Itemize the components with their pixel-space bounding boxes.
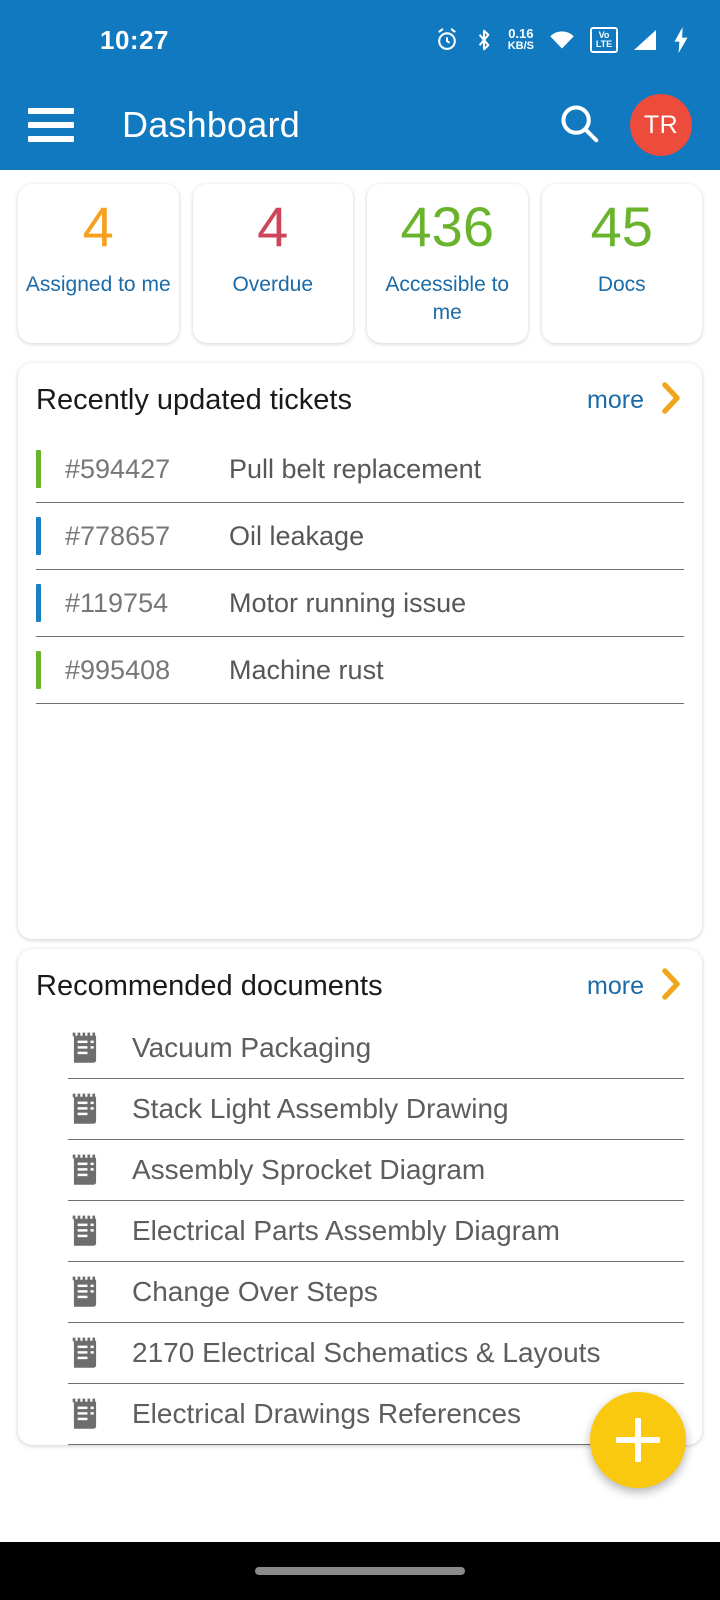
list-item[interactable]: Electrical Parts Assembly Diagram bbox=[68, 1201, 684, 1263]
volte-icon: Vo LTE bbox=[590, 27, 618, 53]
avatar[interactable]: TR bbox=[630, 94, 692, 156]
document-icon bbox=[68, 1032, 102, 1064]
document-icon bbox=[68, 1215, 102, 1247]
stat-cards-row: 4 Assigned to me 4 Overdue 436 Accessibl… bbox=[0, 170, 720, 353]
system-navigation-bar bbox=[0, 1542, 720, 1600]
chevron-right-icon bbox=[658, 967, 684, 1006]
tickets-card-header: Recently updated tickets more bbox=[36, 381, 684, 426]
stat-card-docs[interactable]: 45 Docs bbox=[541, 184, 702, 344]
ticket-status-bar bbox=[36, 651, 41, 690]
list-item[interactable]: Vacuum Packaging bbox=[68, 1018, 684, 1080]
document-title: Change Over Steps bbox=[132, 1276, 378, 1308]
tickets-list: #594427 Pull belt replacement #778657 Oi… bbox=[36, 436, 684, 929]
ticket-title: Motor running issue bbox=[229, 587, 467, 618]
page-title: Dashboard bbox=[122, 104, 300, 145]
avatar-initials: TR bbox=[643, 110, 679, 139]
ticket-status-bar bbox=[36, 517, 41, 556]
stat-value: 436 bbox=[400, 195, 494, 258]
stat-card-overdue[interactable]: 4 Overdue bbox=[192, 184, 353, 344]
tickets-more-link[interactable]: more bbox=[587, 381, 684, 420]
document-icon bbox=[68, 1154, 102, 1186]
ticket-id: #778657 bbox=[65, 520, 171, 551]
hamburger-line bbox=[28, 108, 74, 114]
table-row[interactable]: #778657 Oil leakage bbox=[36, 503, 684, 571]
ticket-title: Machine rust bbox=[229, 654, 384, 685]
document-icon bbox=[68, 1276, 102, 1308]
list-item[interactable]: Stack Light Assembly Drawing bbox=[68, 1079, 684, 1141]
alarm-icon bbox=[434, 27, 460, 53]
charging-bolt-icon bbox=[672, 27, 690, 53]
status-bar-icons: 0.16 KB/S Vo LTE bbox=[434, 27, 690, 53]
bluetooth-icon bbox=[474, 27, 494, 53]
stat-label: Assigned to me bbox=[25, 272, 171, 296]
chevron-right-icon bbox=[658, 381, 684, 420]
data-rate-indicator: 0.16 KB/S bbox=[507, 26, 534, 53]
wifi-icon bbox=[548, 29, 576, 51]
documents-more-link[interactable]: more bbox=[587, 967, 684, 1006]
list-item[interactable]: Assembly Sprocket Diagram bbox=[68, 1140, 684, 1202]
stat-label: Overdue bbox=[232, 272, 314, 296]
stat-card-accessible-to-me[interactable]: 436 Accessible to me bbox=[367, 184, 528, 344]
app-bar: Dashboard TR bbox=[0, 80, 720, 170]
document-title: Assembly Sprocket Diagram bbox=[132, 1154, 486, 1186]
ticket-id: #594427 bbox=[65, 453, 171, 484]
document-icon bbox=[68, 1093, 102, 1125]
tickets-more-label: more bbox=[587, 386, 644, 415]
add-button[interactable] bbox=[590, 1392, 686, 1488]
ticket-status-bar bbox=[36, 584, 41, 623]
hamburger-menu-icon[interactable] bbox=[28, 108, 74, 142]
documents-list: Vacuum Packaging Stack Light Assembly Dr… bbox=[36, 1018, 684, 1446]
document-icon bbox=[68, 1337, 102, 1369]
hamburger-line bbox=[28, 122, 74, 128]
stat-value: 4 bbox=[82, 195, 114, 258]
recommended-documents-card: Recommended documents more Vacuum Packag… bbox=[18, 949, 702, 1446]
table-row[interactable]: #119754 Motor running issue bbox=[36, 570, 684, 638]
document-title: Electrical Parts Assembly Diagram bbox=[132, 1215, 560, 1247]
stat-label: Accessible to me bbox=[385, 272, 510, 325]
home-indicator[interactable] bbox=[255, 1567, 465, 1575]
document-title: Stack Light Assembly Drawing bbox=[132, 1093, 509, 1125]
status-bar: 10:27 0.16 KB/S Vo LTE bbox=[0, 0, 720, 80]
tickets-card-title: Recently updated tickets bbox=[36, 384, 352, 417]
hamburger-line bbox=[28, 136, 74, 142]
documents-card-header: Recommended documents more bbox=[36, 967, 684, 1012]
app-bar-actions: TR bbox=[556, 94, 692, 156]
table-row[interactable]: #995408 Machine rust bbox=[36, 637, 684, 705]
list-item[interactable]: Change Over Steps bbox=[68, 1262, 684, 1324]
ticket-title: Pull belt replacement bbox=[229, 453, 482, 484]
ticket-id: #119754 bbox=[65, 587, 169, 618]
tickets-empty-space bbox=[36, 704, 684, 929]
document-title: 2170 Electrical Schematics & Layouts bbox=[132, 1337, 601, 1369]
document-title: Electrical Drawings References bbox=[132, 1398, 522, 1430]
documents-card-title: Recommended documents bbox=[36, 970, 383, 1003]
search-icon[interactable] bbox=[556, 100, 602, 151]
app-root: 10:27 0.16 KB/S Vo LTE Dashboard TR 4 As… bbox=[0, 0, 720, 1600]
documents-more-label: more bbox=[587, 972, 644, 1001]
stat-card-assigned-to-me[interactable]: 4 Assigned to me bbox=[18, 184, 179, 344]
list-item[interactable]: 2170 Electrical Schematics & Layouts bbox=[68, 1323, 684, 1385]
stat-value: 4 bbox=[257, 195, 289, 258]
dashboard-content: 4 Assigned to me 4 Overdue 436 Accessibl… bbox=[0, 170, 720, 1446]
signal-icon bbox=[632, 29, 658, 51]
recently-updated-tickets-card: Recently updated tickets more #594427 Pu… bbox=[18, 363, 702, 940]
plus-icon bbox=[616, 1418, 660, 1462]
document-icon bbox=[68, 1398, 102, 1430]
table-row[interactable]: #594427 Pull belt replacement bbox=[36, 436, 684, 504]
status-bar-clock: 10:27 bbox=[100, 24, 169, 55]
ticket-title: Oil leakage bbox=[229, 520, 365, 551]
stat-label: Docs bbox=[597, 272, 646, 296]
ticket-status-bar bbox=[36, 450, 41, 489]
document-title: Vacuum Packaging bbox=[132, 1032, 372, 1064]
stat-value: 45 bbox=[590, 195, 653, 258]
ticket-id: #995408 bbox=[65, 654, 171, 685]
